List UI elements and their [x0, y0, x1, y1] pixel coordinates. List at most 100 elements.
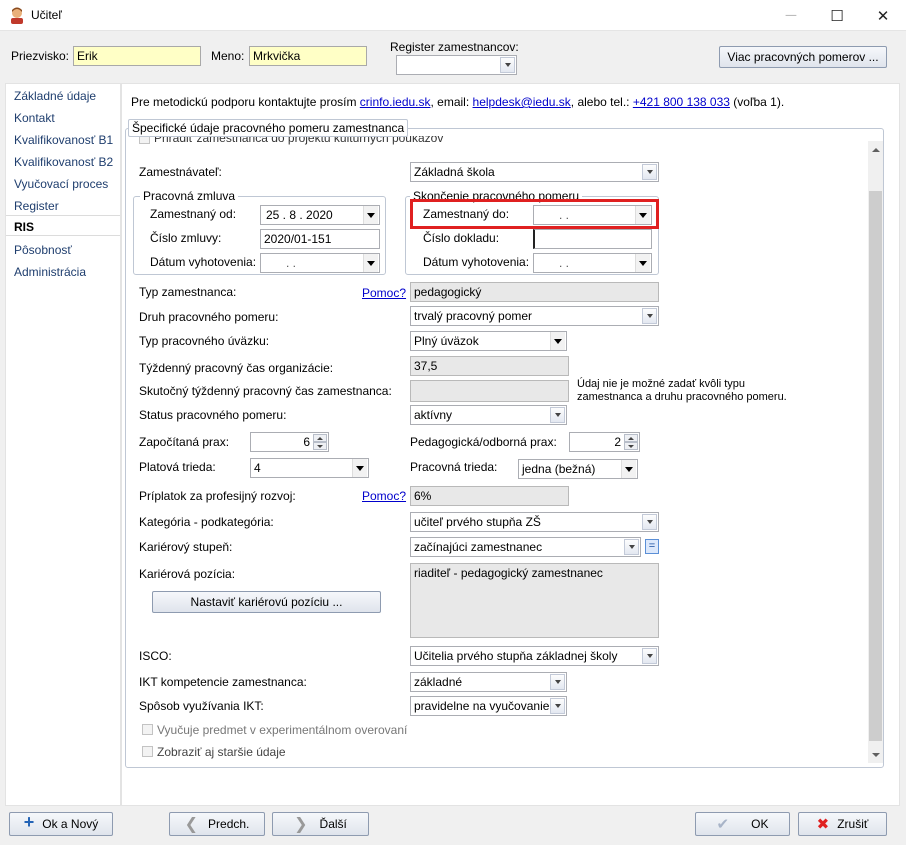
sidebar-item-ris[interactable]: RIS — [14, 220, 34, 234]
isco-value: Učitelia prvého stupňa základnej školy — [414, 649, 618, 663]
practice-label: Započítaná prax: — [139, 435, 230, 449]
employed-from-picker[interactable]: 25 . 8 . 2020 — [260, 205, 380, 225]
isco-label: ISCO: — [139, 649, 172, 663]
plus-icon — [24, 817, 43, 831]
prev-button[interactable]: ❮ Predch. — [169, 812, 265, 836]
next-button[interactable]: ❯ Ďalší — [272, 812, 369, 836]
name-label: Meno: — [211, 49, 245, 63]
calendar-dropdown-icon — [635, 254, 650, 272]
spin-up-icon[interactable] — [624, 434, 638, 442]
calendar-dropdown-icon — [363, 206, 378, 224]
work-class-label: Pracovná trieda: — [410, 460, 498, 474]
ped-practice-value: 2 — [614, 435, 621, 449]
salary-class-dropdown[interactable]: 4 — [250, 458, 369, 478]
type-field: pedagogický — [410, 282, 659, 302]
issue-date-label: Dátum vyhotovenia: — [150, 255, 257, 269]
sidebar-item-administration[interactable]: Administrácia — [14, 265, 86, 279]
status-label: Status pracovného pomeru: — [139, 408, 287, 422]
next-label: Ďalší — [319, 817, 347, 831]
helpdesk-link[interactable]: helpdesk@iedu.sk — [473, 95, 571, 109]
surname-field[interactable]: Erik — [73, 46, 201, 66]
phone-link[interactable]: +421 800 138 033 — [633, 95, 730, 109]
older-data-label: Zobraziť aj staršie údaje — [157, 745, 286, 759]
ped-practice-stepper[interactable]: 2 — [569, 432, 640, 452]
spin-up-icon[interactable] — [313, 434, 327, 442]
sidebar-item-basic[interactable]: Základné údaje — [14, 89, 96, 103]
kind-dropdown[interactable]: trvalý pracovný pomer — [410, 306, 659, 326]
ikt-use-dropdown[interactable]: pravidelne na vyučovanie — [410, 696, 567, 716]
register-label: Register zamestnancov: — [390, 40, 519, 54]
career-pos-value: riaditeľ - pedagogický zamestnanec — [414, 566, 603, 580]
chevron-down-icon — [550, 674, 565, 690]
practice-stepper[interactable]: 6 — [250, 432, 329, 452]
category-value: učiteľ prvého stupňa ZŠ — [414, 515, 541, 529]
ok-and-new-label: Ok a Nový — [42, 817, 99, 831]
employed-from-value: 25 . 8 . 2020 — [266, 208, 333, 222]
experimental-checkbox[interactable] — [142, 724, 153, 735]
doc-no-label: Číslo dokladu: — [423, 231, 500, 245]
project-checkbox[interactable] — [139, 136, 150, 144]
spin-down-icon[interactable] — [313, 442, 327, 450]
ikt-dropdown[interactable]: základné — [410, 672, 567, 692]
isco-dropdown[interactable]: Učitelia prvého stupňa základnej školy — [410, 646, 659, 666]
weekly-org-field: 37,5 — [410, 356, 569, 376]
sidebar-item-qualification-b1[interactable]: Kvalifikovanosť B1 — [14, 133, 113, 147]
support-text-1: Pre metodickú podporu kontaktujte prosím — [131, 95, 357, 109]
category-dropdown[interactable]: učiteľ prvého stupňa ZŠ — [410, 512, 659, 532]
ikt-use-label: Spôsob využívania IKT: — [139, 699, 264, 713]
scroll-thumb[interactable] — [869, 191, 882, 741]
sidebar-item-register[interactable]: Register — [14, 199, 59, 213]
set-career-button[interactable]: Nastaviť kariérovú pozíciu ... — [152, 591, 381, 613]
scrollbar[interactable] — [868, 141, 883, 763]
issue-date-value: . . — [286, 256, 297, 270]
sidebar-item-scope[interactable]: Pôsobnosť — [14, 243, 72, 257]
spin-down-icon[interactable] — [624, 442, 638, 450]
minimize-button[interactable]: ─ — [768, 0, 814, 31]
chevron-down-icon — [352, 459, 367, 477]
support-text-3: , alebo tel.: — [570, 95, 630, 109]
chevron-down-icon — [642, 308, 657, 324]
scroll-up-icon[interactable] — [868, 141, 883, 158]
ikt-value: základné — [414, 675, 463, 689]
equals-button[interactable]: = — [645, 539, 659, 554]
type-help-link[interactable]: Pomoc? — [362, 286, 406, 300]
salary-class-label: Platová trieda: — [139, 460, 216, 474]
more-employments-button[interactable]: Viac pracovných pomerov ... — [719, 46, 887, 68]
experimental-label: Vyučuje predmet v experimentálnom overov… — [157, 723, 408, 737]
scroll-down-icon[interactable] — [868, 746, 883, 763]
practice-value: 6 — [303, 435, 310, 449]
career-level-label: Kariérový stupeň: — [139, 540, 233, 554]
contract-no-field[interactable]: 2020/01-151 — [260, 229, 380, 249]
support-text-4: (voľba 1). — [733, 95, 785, 109]
career-level-value: začínajúci zamestnanec — [414, 540, 543, 554]
issue-date-picker[interactable]: . . — [260, 253, 380, 273]
group-title: Špecifické údaje pracovného pomeru zames… — [128, 119, 409, 137]
chevron-down-icon — [642, 514, 657, 530]
crinfo-link[interactable]: crinfo.iedu.sk — [360, 95, 431, 109]
status-dropdown[interactable]: aktívny — [410, 405, 567, 425]
category-label: Kategória - podkategória: — [139, 515, 274, 529]
load-dropdown[interactable]: Plný úväzok — [410, 331, 567, 351]
cancel-button[interactable]: ✖ Zrušiť — [798, 812, 887, 836]
bonus-field: 6% — [410, 486, 569, 506]
ok-button[interactable]: ✔ OK — [695, 812, 790, 836]
work-class-dropdown[interactable]: jedna (bežná) — [518, 459, 638, 479]
sidebar-item-teaching[interactable]: Vyučovací proces — [14, 177, 108, 191]
ok-and-new-button[interactable]: Ok a Nový — [9, 812, 113, 836]
career-pos-field: riaditeľ - pedagogický zamestnanec — [410, 563, 659, 638]
register-dropdown[interactable] — [396, 55, 517, 75]
maximize-button[interactable]: ☐ — [814, 0, 860, 31]
bonus-help-link[interactable]: Pomoc? — [362, 489, 406, 503]
chevron-down-icon — [550, 407, 565, 423]
sidebar-item-qualification-b2[interactable]: Kvalifikovanosť B2 — [14, 155, 113, 169]
older-data-checkbox[interactable] — [142, 746, 153, 757]
employer-dropdown[interactable]: Základná škola — [410, 162, 659, 182]
career-level-dropdown[interactable]: začínajúci zamestnanec — [410, 537, 641, 557]
end-issue-picker[interactable]: . . — [533, 253, 652, 273]
career-pos-label: Kariérová pozícia: — [139, 567, 236, 581]
cancel-icon: ✖ — [816, 816, 830, 833]
doc-no-field[interactable] — [533, 229, 652, 249]
close-button[interactable]: ✕ — [860, 0, 906, 31]
name-field[interactable]: Mrkvička — [249, 46, 367, 66]
sidebar-item-contact[interactable]: Kontakt — [14, 111, 55, 125]
